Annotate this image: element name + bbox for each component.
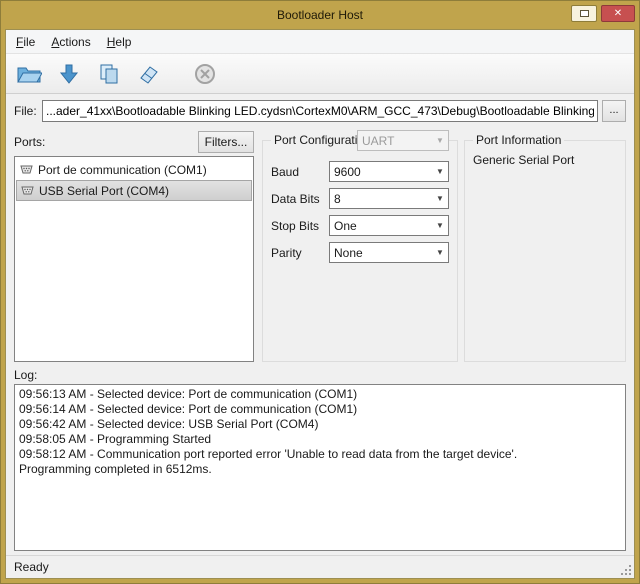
menu-help[interactable]: Help	[99, 32, 140, 52]
log-line: 09:58:12 AM - Communication port reporte…	[19, 447, 621, 462]
file-path-input[interactable]	[42, 100, 598, 122]
port-item-label: Port de communication (COM1)	[38, 163, 207, 177]
chevron-down-icon: ▼	[432, 194, 448, 203]
port-type-dropdown[interactable]: UART ▼	[357, 130, 449, 151]
right-panel: Port Configuration UART ▼ Baud 9600 ▼	[262, 130, 626, 362]
browse-button[interactable]: ...	[602, 100, 626, 122]
file-label: File:	[14, 104, 42, 118]
chevron-down-icon: ▼	[432, 167, 448, 176]
port-information-group: Port Information Generic Serial Port	[464, 140, 626, 362]
eraser-icon	[138, 63, 160, 85]
statusbar: Ready	[6, 555, 634, 578]
close-icon: ✕	[614, 8, 622, 19]
parity-value: None	[334, 246, 363, 260]
port-item-label: USB Serial Port (COM4)	[39, 184, 169, 198]
file-row: File: ...	[14, 100, 626, 122]
parity-label: Parity	[271, 246, 329, 260]
parity-row: Parity None ▼	[271, 242, 449, 263]
verify-button[interactable]	[94, 59, 124, 89]
log-box[interactable]: 09:56:13 AM - Selected device: Port de c…	[14, 384, 626, 551]
port-type-value: UART	[362, 134, 394, 148]
window-title: Bootloader Host	[1, 8, 639, 22]
filters-button[interactable]: Filters...	[198, 131, 254, 153]
port-configuration-group: Port Configuration UART ▼ Baud 9600 ▼	[262, 140, 458, 362]
program-button[interactable]	[54, 59, 84, 89]
stop-bits-value: One	[334, 219, 357, 233]
minimize-button[interactable]	[571, 5, 597, 22]
baud-row: Baud 9600 ▼	[271, 161, 449, 182]
chevron-down-icon: ▼	[432, 248, 448, 257]
client-area: File Actions Help	[5, 29, 635, 579]
baud-dropdown[interactable]: 9600 ▼	[329, 161, 449, 182]
ports-header: Ports: Filters...	[14, 130, 254, 154]
cancel-circle-icon	[194, 63, 216, 85]
port-list-item-com1[interactable]: Port de communication (COM1)	[16, 159, 252, 180]
log-line: Programming completed in 6512ms.	[19, 462, 621, 477]
toolbar	[6, 54, 634, 94]
data-bits-label: Data Bits	[271, 192, 329, 206]
stop-bits-row: Stop Bits One ▼	[271, 215, 449, 236]
content-area: File: ... Ports: Filters...	[6, 94, 634, 555]
abort-button	[190, 59, 220, 89]
log-line: 09:56:13 AM - Selected device: Port de c…	[19, 387, 621, 402]
log-line: 09:58:05 AM - Programming Started	[19, 432, 621, 447]
menubar: File Actions Help	[6, 30, 634, 54]
resize-grip[interactable]	[620, 564, 633, 577]
chevron-down-icon: ▼	[432, 221, 448, 230]
window-buttons: ✕	[571, 1, 635, 29]
parity-dropdown[interactable]: None ▼	[329, 242, 449, 263]
baud-label: Baud	[271, 165, 329, 179]
bootloader-host-window: Bootloader Host ✕ File Actions Help	[0, 0, 640, 584]
main-row: Ports: Filters...	[14, 130, 626, 362]
baud-value: 9600	[334, 165, 361, 179]
port-list-item-com4[interactable]: USB Serial Port (COM4)	[16, 180, 252, 201]
status-text: Ready	[14, 560, 49, 574]
data-bits-value: 8	[334, 192, 341, 206]
chevron-down-icon: ▼	[432, 136, 448, 145]
menu-actions[interactable]: Actions	[43, 32, 98, 52]
log-line: 09:56:14 AM - Selected device: Port de c…	[19, 402, 621, 417]
log-label: Log:	[14, 368, 626, 382]
serial-port-icon	[20, 164, 33, 175]
close-button[interactable]: ✕	[601, 5, 635, 22]
data-bits-row: Data Bits 8 ▼	[271, 188, 449, 209]
menu-file[interactable]: File	[8, 32, 43, 52]
stop-bits-label: Stop Bits	[271, 219, 329, 233]
copy-pages-icon	[98, 63, 120, 85]
minimize-icon	[580, 10, 589, 17]
serial-port-icon	[21, 185, 34, 196]
ports-panel: Ports: Filters...	[14, 130, 254, 362]
stop-bits-dropdown[interactable]: One ▼	[329, 215, 449, 236]
open-folder-icon	[16, 63, 42, 85]
download-arrow-icon	[58, 63, 80, 85]
port-information-title: Port Information	[473, 133, 564, 147]
titlebar[interactable]: Bootloader Host ✕	[1, 1, 639, 29]
port-information-text: Generic Serial Port	[473, 153, 617, 167]
open-file-button[interactable]	[14, 59, 44, 89]
ports-list[interactable]: Port de communication (COM1) USB Serial	[14, 156, 254, 362]
ports-label: Ports:	[14, 135, 45, 149]
erase-button[interactable]	[134, 59, 164, 89]
data-bits-dropdown[interactable]: 8 ▼	[329, 188, 449, 209]
log-line: 09:56:42 AM - Selected device: USB Seria…	[19, 417, 621, 432]
